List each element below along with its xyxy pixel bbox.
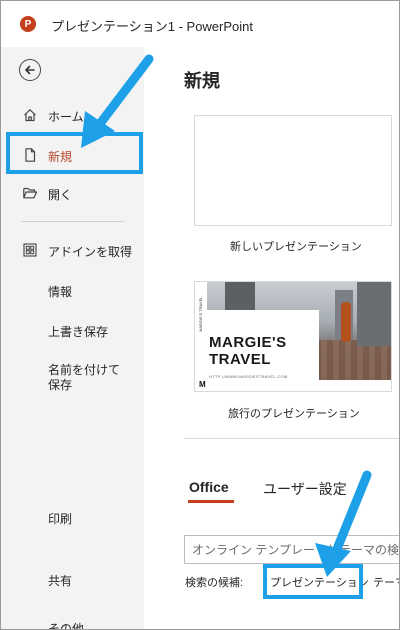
tab-office[interactable]: Office — [189, 479, 229, 495]
powerpoint-logo-icon: P — [20, 16, 36, 32]
sidebar-item-save-as[interactable]: 名前を付けて保存 — [1, 352, 144, 402]
page-title: 新規 — [184, 71, 220, 91]
folder-open-icon — [23, 187, 38, 199]
search-suggestions-label: 検索の候補: — [185, 577, 244, 589]
sidebar-item-addins[interactable]: アドインを取得 — [1, 232, 144, 268]
sidebar-item-label: 印刷 — [48, 512, 73, 526]
template-label-travel[interactable]: 旅行のプレゼンテーション — [228, 405, 360, 421]
sidebar-item-label: アドインを取得 — [48, 245, 133, 259]
annotation-arrow-icon — [81, 54, 154, 148]
sidebar-item-open[interactable]: 開く — [1, 175, 144, 211]
sidebar-item-label: 共有 — [48, 574, 73, 588]
powerpoint-backstage-window: P プレゼンテーション1 - PowerPoint ホーム 新規 開く アドイン… — [0, 0, 400, 630]
sidebar-item-print[interactable]: 印刷 — [1, 499, 144, 535]
travel-title-card: MARGIE'S TRAVEL HTTP://WWW.MARGIESTRAVEL… — [195, 310, 319, 388]
template-thumbnail-blank[interactable] — [194, 115, 392, 226]
sidebar-item-label: 開く — [48, 188, 73, 202]
sidebar-item-save[interactable]: 上書き保存 — [1, 312, 144, 348]
section-divider — [184, 438, 399, 439]
sidebar-item-label: 上書き保存 — [48, 325, 109, 339]
annotation-arrow-icon — [315, 470, 372, 577]
sidebar-item-label: その他... — [48, 622, 95, 630]
sidebar-item-label: 名前を付けて保存 — [48, 363, 121, 392]
travel-thumb-mark: M — [199, 380, 206, 389]
template-thumbnail-travel[interactable]: MARGIE'S TRAVEL HTTP://WWW.MARGIESTRAVEL… — [194, 281, 392, 392]
travel-thumb-url: HTTP://WWW.MARGIESTRAVEL.COM — [209, 374, 288, 379]
title-bar: P プレゼンテーション1 - PowerPoint — [1, 1, 399, 47]
template-label-blank[interactable]: 新しいプレゼンテーション — [230, 238, 362, 254]
sidebar-item-share[interactable]: 共有 — [1, 561, 144, 597]
home-icon — [24, 109, 36, 122]
travel-thumb-title: MARGIE'S TRAVEL — [209, 334, 287, 368]
sidebar-divider — [21, 221, 124, 222]
tab-underline — [188, 500, 234, 503]
back-button[interactable] — [19, 59, 41, 81]
sidebar-item-info[interactable]: 情報 — [1, 272, 144, 308]
sidebar-item-more[interactable]: その他... — [1, 609, 144, 630]
travel-thumb-side-text: MARGIE'S TRAVEL — [198, 296, 203, 332]
window-title: プレゼンテーション1 - PowerPoint — [51, 19, 254, 34]
back-arrow-icon — [25, 65, 35, 75]
sidebar-item-label: 情報 — [48, 285, 73, 299]
grid-icon — [23, 243, 37, 257]
